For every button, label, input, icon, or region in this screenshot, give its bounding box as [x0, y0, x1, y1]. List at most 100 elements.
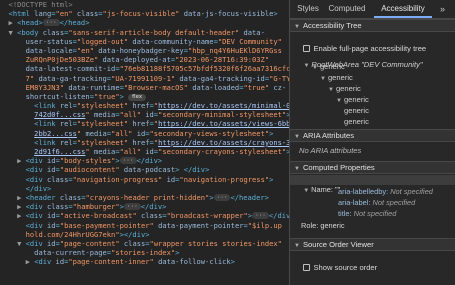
dom-node-line[interactable]: shortcut-listen="true"> flex	[0, 92, 289, 101]
attribute-name: id	[47, 238, 56, 248]
tag-token: <div	[25, 220, 47, 230]
expanded-arrow-icon: ▼	[294, 166, 300, 172]
elements-dom-tree[interactable]: <!DOCTYPE html> <html lang="en" class="j…	[0, 0, 289, 285]
dom-node-line[interactable]: <html lang="en" class="js-focus-visible"…	[0, 9, 289, 18]
dom-node-line[interactable]: <div id="audiocontent" data-podcast> </d…	[0, 165, 289, 174]
section-accessibility-tree[interactable]: ▼ Accessibility Tree	[290, 19, 455, 32]
tag-token: <div	[34, 257, 56, 267]
computed-prop-row: title: Not specified	[338, 209, 396, 218]
attribute-name: id	[47, 165, 56, 175]
computed-name-row[interactable]: ▼ Name: ""	[295, 176, 340, 203]
dom-node-line[interactable]: <link rel="stylesheet" href="https://dev…	[0, 101, 289, 110]
dom-node-line[interactable]: ▶ <div id="body-styles"> ··· </div>	[0, 156, 289, 165]
tab-computed[interactable]: Computed	[325, 0, 369, 18]
show-source-order-label: Show source order	[313, 263, 378, 272]
tree-node[interactable]: ▼ generic	[336, 95, 369, 104]
more-tabs-icon[interactable]: »	[440, 0, 445, 18]
show-source-order-checkbox[interactable]	[303, 264, 311, 271]
attribute-link[interactable]: 742d0f...css	[34, 110, 85, 119]
tree-node-label: generic	[335, 84, 361, 93]
attribute-link[interactable]: https://dev.to/assets/minimal-0	[158, 101, 289, 110]
attribute-value: "all"	[119, 110, 141, 120]
dom-node-line[interactable]: </div>	[0, 184, 289, 193]
dom-node-line[interactable]: <div id="base-payment-pointer" data-paym…	[0, 221, 289, 230]
dom-node-line[interactable]: ▼ <body class="sans-serif-article-body d…	[0, 28, 289, 37]
attribute-value: "logged-out"	[76, 36, 129, 46]
dom-node-line[interactable]: 7" data-ga-tracking="UA-71991109-1" data…	[0, 74, 289, 83]
dom-node-line[interactable]: hold.com/24HhrUGG7ekn"></div>	[0, 230, 289, 239]
tree-node[interactable]: generic	[344, 106, 369, 115]
attribute-value: "base-payment-pointer"	[59, 220, 154, 230]
dom-node-line[interactable]: data-latest-commit-id="76eb81188f5705c57…	[0, 64, 289, 73]
tree-node[interactable]: ▼ generic	[312, 62, 345, 71]
dom-node-line[interactable]: <link rel="stylesheet" href="https://dev…	[0, 138, 289, 147]
dom-node-line[interactable]: ▶ <div id="page-content-inner" data-foll…	[0, 257, 289, 266]
collapsed-ellipsis-icon[interactable]: ···	[119, 157, 137, 165]
dom-node-line[interactable]: <div class="navigation-progress" id="nav…	[0, 175, 289, 184]
dom-node-line[interactable]: user-status="logged-out" data-community-…	[0, 37, 289, 46]
attribute-name: class	[59, 192, 82, 202]
show-source-order-row[interactable]: Show source order	[295, 254, 455, 281]
dom-node-line[interactable]: ▼ <div id="page-content" class="wrapper …	[0, 239, 289, 248]
attribute-link[interactable]: https://dev.to/assets/views-6bb	[158, 119, 289, 128]
tag-token: </head>	[59, 18, 90, 28]
dom-node-line[interactable]: 742d0f...css" media="all" id="secondary-…	[0, 110, 289, 119]
section-source-order-viewer[interactable]: ▼ Source Order Viewer	[290, 238, 455, 251]
computed-name-label: Name: ""	[311, 185, 341, 194]
attribute-value: "2023-06-28T16:39:03Z"	[175, 55, 270, 65]
dom-node-line[interactable]: <link rel="stylesheet" href="https://dev…	[0, 119, 289, 128]
attribute-value: "audiocontent"	[59, 165, 120, 175]
dom-node-line[interactable]: ▶ <div id="active-broadcast" class="broa…	[0, 211, 289, 220]
tab-styles[interactable]: Styles	[293, 0, 323, 18]
tree-node-label: generic	[343, 95, 369, 104]
dom-node-line[interactable]: 2d91f6...css" media="all" id="secondary-…	[0, 147, 289, 156]
attribute-value: "stylesheet"	[76, 137, 129, 147]
attribute-link[interactable]: https://dev.to/assets/crayons-3	[158, 138, 289, 147]
attribute-link[interactable]: 2bb2...css	[34, 129, 77, 138]
section-computed-properties[interactable]: ▼ Computed Properties	[290, 161, 455, 174]
tag-token: <div	[25, 202, 48, 212]
attribute-value: "crayons-header print-hidden"	[85, 192, 210, 202]
computed-prop-value: Not specified	[372, 198, 416, 207]
dom-node-line[interactable]: 2bb2...css" media="all" id="secondary-vi…	[0, 129, 289, 138]
collapsed-ellipsis-icon[interactable]: ···	[252, 212, 269, 220]
expanded-arrow-icon: ▼	[303, 63, 310, 69]
attribute-name: id	[55, 257, 65, 267]
tree-node-label: generic	[319, 62, 345, 71]
attribute-link[interactable]: 2d91f6...css	[34, 147, 85, 156]
tree-node[interactable]: ▼ generic	[320, 73, 353, 82]
dom-node-line[interactable]: ▶ <head> ··· </head>	[0, 18, 289, 27]
dom-node-line[interactable]: <!DOCTYPE html>	[0, 0, 289, 9]
tab-accessibility[interactable]: Accessibility	[374, 0, 432, 18]
collapsed-ellipsis-icon[interactable]: ···	[42, 19, 60, 27]
attribute-name: href	[128, 137, 150, 147]
dom-node-line[interactable]: ZuRQnP0jDe503BZe" data-deployed-at="2023…	[0, 55, 289, 64]
attribute-name: media	[81, 128, 107, 138]
attribute-name: cz-	[269, 82, 287, 92]
section-title: Accessibility Tree	[302, 21, 362, 30]
attribute-value: "UA-71991109-1"	[111, 73, 176, 83]
collapsed-ellipsis-icon[interactable]: ···	[213, 193, 231, 201]
collapsed-ellipsis-icon[interactable]: ···	[123, 203, 141, 211]
dom-node-line[interactable]: ▶ <header class="crayons-header print-hi…	[0, 193, 289, 202]
dom-node-line[interactable]: EM8Y3JN3" data-runtime="Browser-macOS" d…	[0, 83, 289, 92]
attribute-value: "body-styles"	[59, 156, 116, 166]
tag-token: </div>	[268, 211, 289, 221]
attribute-value: ZuRQnP0jDe503BZe"	[25, 55, 99, 65]
tree-node[interactable]: generic	[344, 117, 369, 126]
section-aria-attributes[interactable]: ▼ ARIA Attributes	[290, 129, 455, 142]
tag-token: >	[269, 128, 274, 138]
dom-node-line[interactable]: ▶ <div class="hamburger"> ··· </div>	[0, 202, 289, 211]
dom-node-line[interactable]: data-current-page="stories-index">	[0, 248, 289, 257]
dom-node-line[interactable]: data-locale="en" data-honeybadger-key="h…	[0, 46, 289, 55]
expanded-arrow-icon: ▼	[294, 243, 300, 249]
tree-node[interactable]: ▼ generic	[328, 84, 361, 93]
flex-badge[interactable]: flex	[128, 93, 147, 101]
attribute-name: class	[72, 9, 99, 19]
